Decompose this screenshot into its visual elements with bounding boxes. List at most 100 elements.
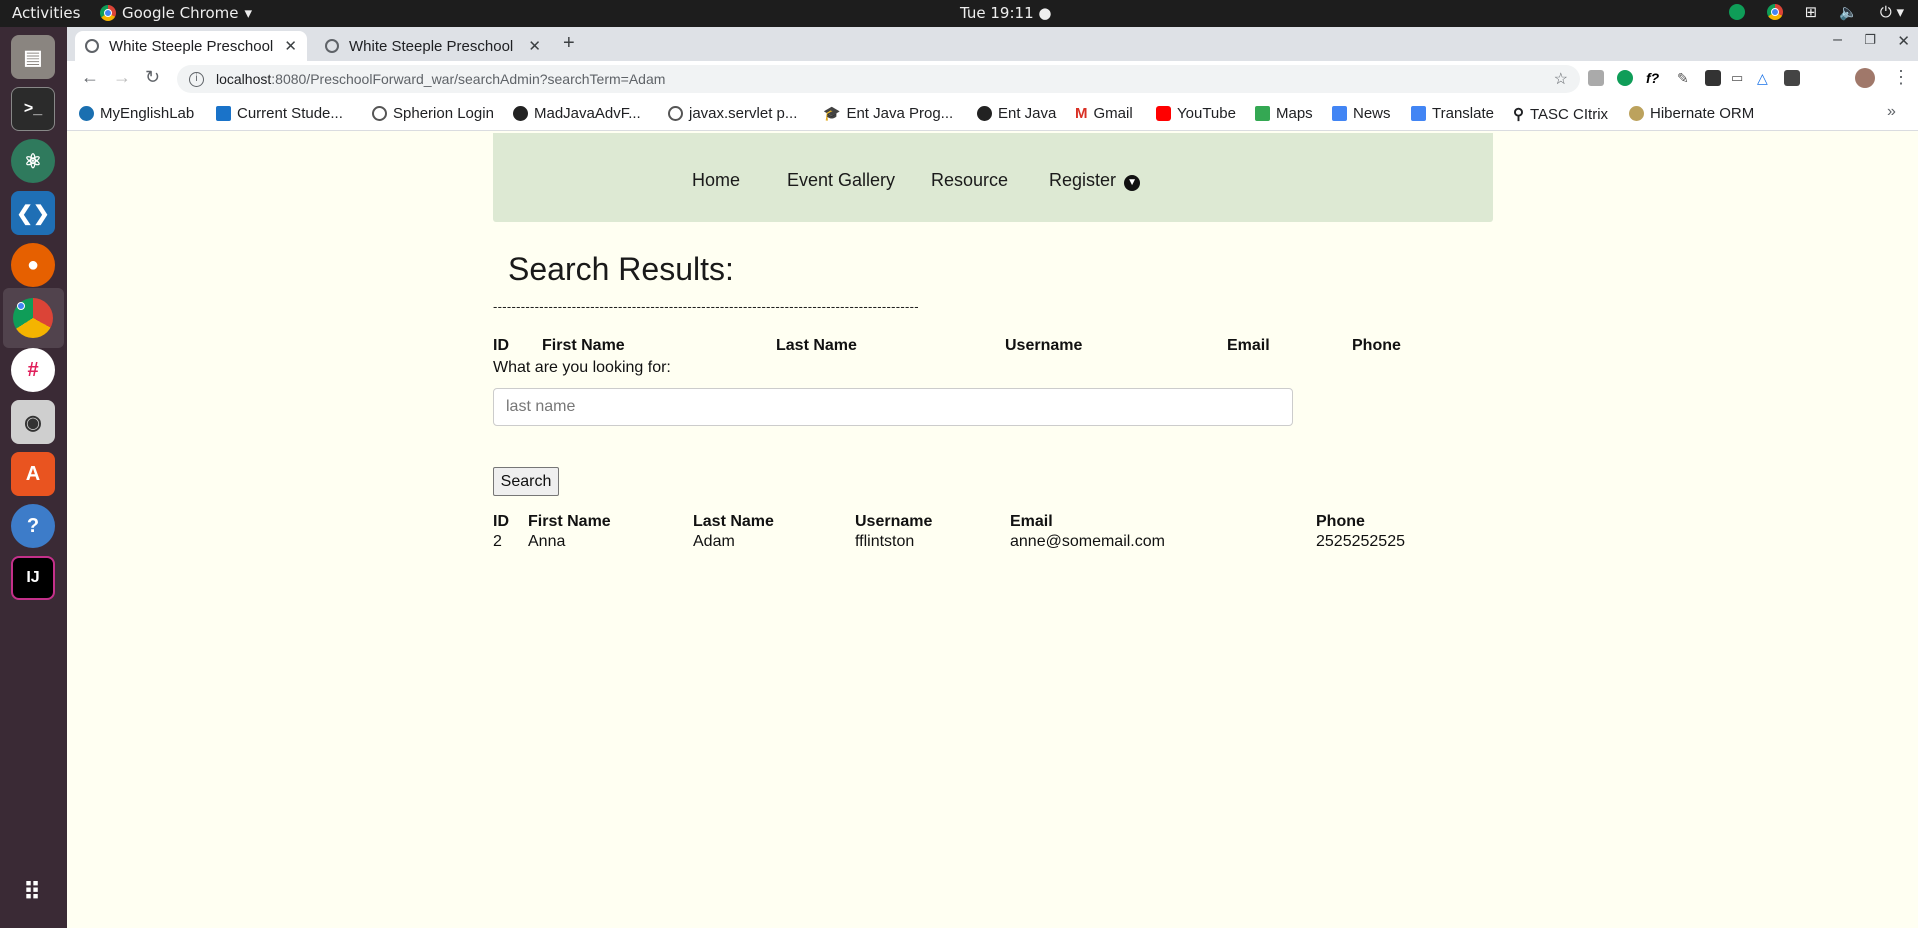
translate-icon	[1411, 106, 1426, 121]
cell-email: anne@somemail.com	[1010, 533, 1165, 550]
bookmark[interactable]: Ent Java	[977, 105, 1056, 122]
terminal-icon[interactable]: >_	[11, 87, 55, 131]
chrome-tray-icon[interactable]	[1766, 4, 1783, 20]
firefox-icon[interactable]: ●	[11, 243, 55, 287]
clock-label: Tue 19:11	[960, 4, 1034, 22]
hangouts-icon[interactable]	[1728, 4, 1745, 20]
screenshot-icon[interactable]: ◉	[11, 400, 55, 444]
close-tab-icon[interactable]: ✕	[284, 37, 297, 55]
chrome-logo-large	[13, 298, 53, 338]
text-divider: ----------------------------------------…	[493, 299, 919, 314]
help-icon[interactable]: ?	[11, 504, 55, 548]
bookmark-label: TASC CItrix	[1530, 105, 1609, 123]
results-column-header: Phone	[1316, 513, 1365, 530]
nav-home[interactable]: Home	[692, 170, 740, 191]
more-bookmarks-icon[interactable]: »	[1887, 103, 1896, 121]
bookmark[interactable]: Spherion Login	[372, 105, 494, 122]
bookmark[interactable]: 🎓 Ent Java Prog...	[823, 105, 953, 122]
bookmark-icon	[216, 106, 231, 121]
minimize-icon[interactable]: –	[1833, 31, 1842, 49]
bookmark[interactable]: M Gmail	[1075, 105, 1133, 122]
search-input[interactable]	[493, 388, 1293, 426]
pearson-icon	[79, 106, 94, 121]
bookmark[interactable]: News	[1332, 105, 1391, 122]
extension-icon[interactable]: f?	[1646, 70, 1662, 86]
bookmarks-bar: MyEnglishLab Current Stude... Spherion L…	[67, 97, 1918, 131]
bookmark-label: News	[1353, 105, 1391, 122]
extension-icon[interactable]	[1705, 70, 1721, 86]
nav-register[interactable]: Register ▼	[1049, 170, 1141, 191]
system-tray[interactable]: ⊞ 🔈 ⏻ ▾	[1728, 3, 1904, 21]
chrome-dock-icon[interactable]	[11, 296, 55, 340]
bookmark[interactable]: MyEnglishLab	[79, 105, 194, 122]
chevron-down-icon: ▼	[1124, 175, 1141, 191]
column-header: Phone	[1352, 337, 1401, 354]
bookmark[interactable]: ⚲ TASC CItrix	[1513, 105, 1609, 124]
extension-icon[interactable]	[1588, 70, 1604, 86]
bookmark[interactable]: Maps	[1255, 105, 1313, 122]
intellij-icon[interactable]: IJ	[11, 556, 55, 600]
bookmark[interactable]: javax.servlet p...	[668, 105, 797, 122]
software-center-icon[interactable]: A	[11, 452, 55, 496]
close-window-icon[interactable]: ✕	[1897, 32, 1910, 50]
menu-icon[interactable]: ⋮	[1892, 67, 1910, 88]
forward-icon[interactable]: →	[113, 67, 131, 88]
selenium-icon[interactable]	[1784, 70, 1800, 86]
system-top-bar: Activities Google Chrome ▾ Tue 19:11 ● ⊞…	[0, 0, 1918, 27]
cast-icon[interactable]: ▭	[1731, 70, 1747, 86]
results-column-header: Email	[1010, 513, 1053, 530]
show-apps-icon[interactable]: ⠿	[11, 870, 55, 914]
star-icon[interactable]: ☆	[1554, 69, 1568, 89]
youtube-icon	[1156, 106, 1171, 121]
globe-icon	[668, 106, 683, 121]
nav-resource[interactable]: Resource	[931, 170, 1008, 191]
column-header: Username	[1005, 337, 1083, 354]
clock[interactable]: Tue 19:11 ●	[960, 4, 1051, 22]
bookmark[interactable]: Current Stude...	[216, 105, 343, 122]
atom-icon[interactable]: ⚛	[11, 139, 55, 183]
tab-inactive[interactable]: White Steeple Preschool ✕	[315, 31, 551, 61]
slack-icon[interactable]: #	[11, 348, 55, 392]
column-header: Email	[1227, 337, 1270, 354]
page-content: Home Event Gallery Resource Register ▼ S…	[67, 131, 1918, 928]
cell-id: 2	[493, 533, 502, 550]
app-menu[interactable]: Google Chrome ▾	[100, 4, 252, 22]
bookmark[interactable]: Hibernate ORM	[1629, 105, 1754, 122]
reload-icon[interactable]: ↻	[145, 67, 160, 88]
search-button[interactable]: Search	[493, 467, 559, 496]
volume-icon[interactable]: 🔈	[1839, 3, 1858, 21]
nav-event-gallery[interactable]: Event Gallery	[787, 170, 895, 191]
extension-icon[interactable]	[1617, 70, 1633, 86]
hibernate-icon	[1629, 106, 1644, 121]
bookmark-label: YouTube	[1177, 105, 1236, 122]
new-tab-icon[interactable]: +	[563, 32, 575, 55]
eyedropper-icon[interactable]: ✎	[1677, 70, 1693, 86]
activities-button[interactable]: Activities	[12, 4, 80, 22]
github-icon	[513, 106, 528, 121]
tasc-icon: ⚲	[1513, 106, 1524, 123]
restore-icon[interactable]: ❐	[1864, 32, 1876, 48]
tab-active[interactable]: White Steeple Preschool ✕	[75, 31, 307, 61]
back-icon[interactable]: ←	[81, 67, 99, 88]
network-icon[interactable]: ⊞	[1805, 3, 1818, 21]
bookmark-label: Hibernate ORM	[1650, 105, 1755, 122]
bookmark-label: Ent Java	[998, 105, 1057, 122]
column-header: Last Name	[776, 337, 857, 354]
bookmark[interactable]: Translate	[1411, 105, 1494, 122]
avatar[interactable]	[1855, 68, 1875, 88]
results-column-header: Last Name	[693, 513, 774, 530]
bookmark[interactable]: MadJavaAdvF...	[513, 105, 641, 122]
column-header: First Name	[542, 337, 625, 354]
results-column-header: First Name	[528, 513, 611, 530]
power-icon[interactable]: ⏻ ▾	[1880, 3, 1904, 21]
close-tab-icon[interactable]: ✕	[528, 37, 541, 55]
info-icon[interactable]: i	[189, 71, 204, 87]
vscode-icon[interactable]: ❮❯	[11, 191, 55, 235]
files-icon[interactable]: ▤	[11, 35, 55, 79]
address-bar[interactable]: i localhost:8080/PreschoolForward_war/se…	[177, 65, 1580, 93]
extension-icon[interactable]: △	[1757, 70, 1773, 86]
search-label: What are you looking for:	[493, 359, 671, 376]
page-title: Search Results:	[508, 251, 734, 287]
bookmark-label: Translate	[1432, 105, 1494, 122]
bookmark[interactable]: YouTube	[1156, 105, 1236, 122]
